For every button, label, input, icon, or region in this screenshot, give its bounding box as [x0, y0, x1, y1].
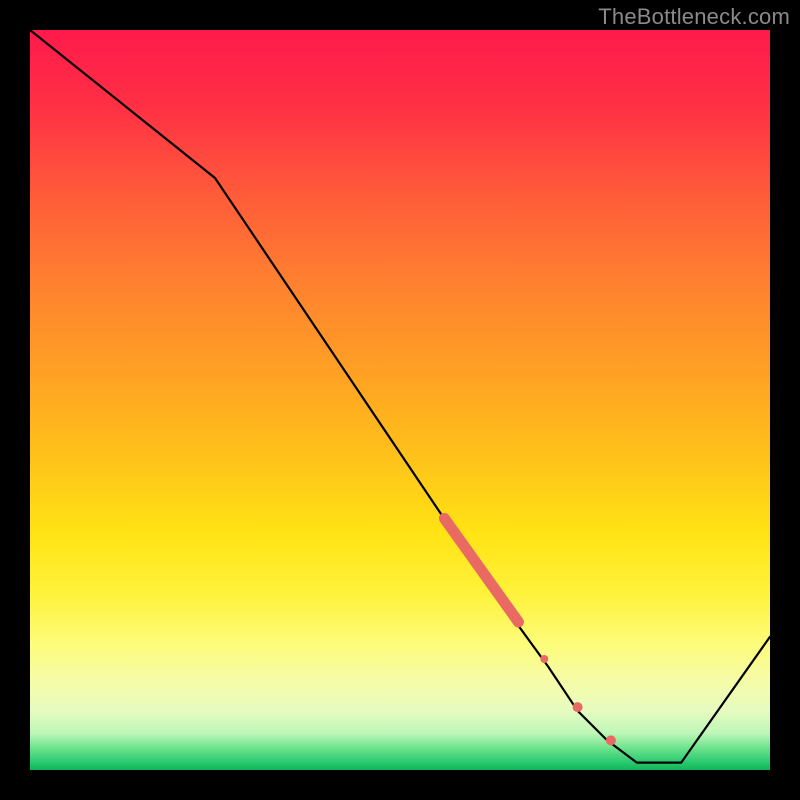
highlight-dot [606, 735, 616, 745]
highlight-segment [444, 518, 518, 622]
chart-frame: TheBottleneck.com [0, 0, 800, 800]
watermark-text: TheBottleneck.com [598, 4, 790, 30]
highlight-dot [540, 655, 548, 663]
plot-area [30, 30, 770, 770]
bottleneck-curve [30, 30, 770, 763]
highlight-dot [573, 702, 583, 712]
chart-overlay [30, 30, 770, 770]
highlight-dots [540, 655, 616, 745]
